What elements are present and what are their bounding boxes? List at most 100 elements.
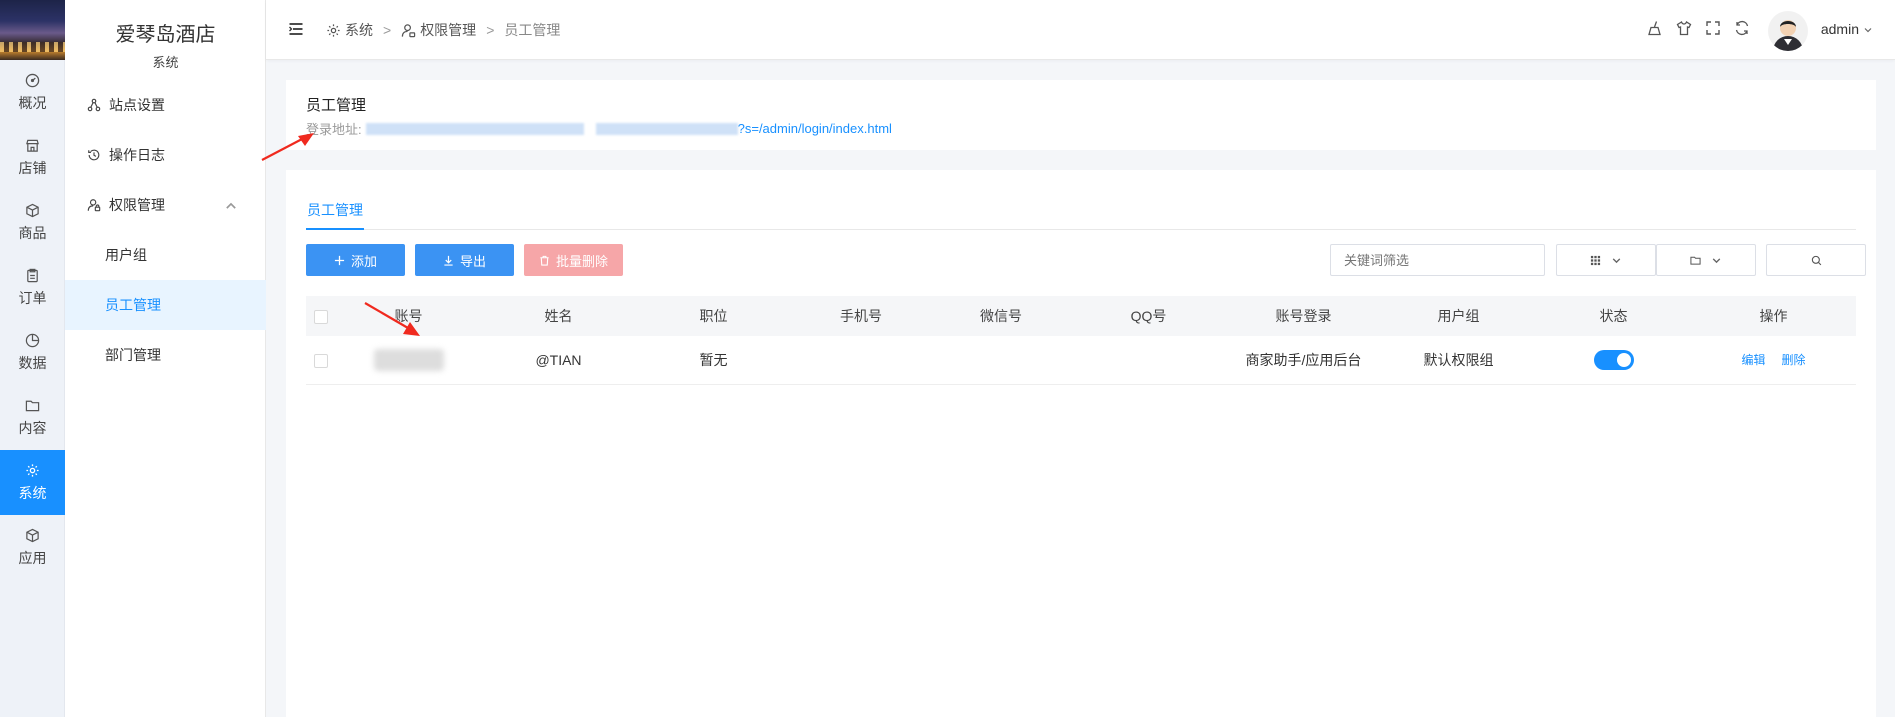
menu-item-department[interactable]: 部门管理 — [65, 330, 266, 380]
login-info-card: 员工管理 登录地址: ?s=/admin/login/index.html — [286, 80, 1876, 150]
rail-item-apps[interactable]: 应用 — [0, 515, 65, 580]
menu-item-label: 操作日志 — [109, 147, 165, 163]
rail-item-label: 店铺 — [18, 159, 47, 176]
user-lock-icon — [87, 199, 101, 212]
menu-item-site-settings[interactable]: 站点设置 — [65, 80, 266, 130]
toolbar-icons — [1647, 20, 1750, 36]
menu-item-label: 用户组 — [105, 247, 147, 263]
cell-wechat — [931, 336, 1071, 384]
search-button[interactable] — [1766, 244, 1866, 276]
rail-item-label: 商品 — [18, 224, 47, 241]
rail-item-shop[interactable]: 店铺 — [0, 125, 65, 190]
breadcrumb-item[interactable]: 权限管理 — [420, 20, 476, 40]
select-all-checkbox[interactable] — [314, 310, 328, 325]
username[interactable]: admin — [1821, 21, 1859, 37]
chevron-down-icon[interactable] — [1863, 25, 1873, 35]
clipboard-icon — [27, 268, 38, 282]
gear-icon — [327, 23, 340, 37]
folder-icon — [25, 400, 40, 411]
export-button[interactable]: 导出 — [415, 244, 514, 276]
rail-item-orders[interactable]: 订单 — [0, 255, 65, 320]
add-button[interactable]: 添加 — [306, 244, 405, 276]
redacted-url — [595, 122, 738, 135]
refresh-icon[interactable] — [1734, 20, 1750, 36]
export-button-label: 导出 — [459, 253, 486, 269]
keyword-filter-input[interactable] — [1330, 244, 1545, 276]
shop-icon — [26, 139, 39, 152]
breadcrumb-current: 员工管理 — [504, 22, 561, 38]
chevron-down-icon — [1712, 257, 1721, 263]
hotel-logo — [0, 0, 65, 60]
batch-delete-button[interactable]: 批量删除 — [524, 244, 623, 276]
column-toggle-dropdown[interactable] — [1556, 244, 1656, 276]
rail-item-label: 应用 — [18, 549, 47, 566]
broom-icon[interactable] — [1647, 20, 1663, 36]
gear-icon — [26, 463, 39, 477]
rail-item-system[interactable]: 系统 — [0, 450, 65, 515]
trash-icon — [540, 255, 549, 266]
cell-qq — [1071, 336, 1226, 384]
tab-bar: 员工管理 — [306, 200, 1856, 230]
delete-link[interactable]: 删除 — [1781, 353, 1805, 367]
cell-name: @TIAN — [535, 351, 582, 368]
edit-link[interactable]: 编辑 — [1742, 353, 1766, 367]
login-address: 登录地址: ?s=/admin/login/index.html — [306, 119, 892, 138]
tshirt-icon[interactable] — [1676, 20, 1692, 36]
menu-item-label: 员工管理 — [105, 297, 161, 313]
chevron-down-icon — [1612, 257, 1621, 263]
menu-item-label: 权限管理 — [109, 197, 165, 213]
rail-item-label: 数据 — [18, 354, 47, 371]
sitemap-icon — [87, 98, 101, 112]
rail-item-label: 内容 — [18, 419, 47, 436]
rail-item-content[interactable]: 内容 — [0, 385, 65, 450]
table-header-row: 账号 姓名 职位 手机号 微信号 QQ号 账号登录 用户组 状态 操作 — [306, 296, 1856, 336]
batch-delete-label: 批量删除 — [555, 253, 608, 269]
menu-fold-icon[interactable] — [288, 21, 304, 37]
icon-rail: 概况 店铺 商品 订单 数据 内容 系统 应用 — [0, 0, 65, 717]
menu-item-label: 部门管理 — [105, 347, 161, 363]
card-title: 员工管理 — [306, 97, 367, 114]
status-toggle[interactable] — [1593, 349, 1634, 370]
avatar[interactable] — [1768, 11, 1808, 51]
breadcrumb-item[interactable]: 系统 — [345, 20, 373, 40]
column-header: 姓名 — [544, 308, 573, 324]
section-name: 系统 — [152, 55, 179, 70]
user-lock-icon — [401, 23, 416, 37]
history-icon — [88, 149, 100, 161]
export-format-dropdown[interactable] — [1656, 244, 1756, 276]
column-header: 微信号 — [980, 308, 1022, 324]
row-checkbox[interactable] — [314, 353, 328, 368]
column-header: 用户组 — [1437, 308, 1480, 324]
fullscreen-icon[interactable] — [1705, 20, 1721, 36]
column-header: 操作 — [1759, 308, 1788, 324]
dashboard-icon — [25, 73, 40, 87]
cell-position: 暂无 — [699, 351, 728, 368]
breadcrumb-separator: > — [486, 22, 495, 38]
add-button-label: 添加 — [350, 253, 377, 269]
search-icon — [1811, 255, 1821, 265]
column-header: 职位 — [699, 308, 728, 324]
menu-item-staff[interactable]: 员工管理 — [65, 280, 266, 330]
tab-staff[interactable]: 员工管理 — [306, 200, 364, 230]
menu-item-operation-log[interactable]: 操作日志 — [65, 130, 266, 180]
rail-item-label: 概况 — [18, 94, 47, 111]
folder-icon — [1690, 256, 1701, 265]
cube-icon — [26, 528, 39, 542]
menu-item-permissions[interactable]: 权限管理 — [65, 180, 266, 230]
staff-table: 账号 姓名 职位 手机号 微信号 QQ号 账号登录 用户组 状态 操作 @TIA… — [306, 296, 1856, 385]
menu-item-label: 站点设置 — [109, 97, 165, 113]
chevron-up-icon — [226, 202, 236, 209]
rail-item-goods[interactable]: 商品 — [0, 190, 65, 255]
rail-item-data[interactable]: 数据 — [0, 320, 65, 385]
column-header: 账号登录 — [1275, 308, 1332, 324]
cell-phone — [791, 336, 931, 384]
column-header: 状态 — [1599, 308, 1628, 324]
staff-table-card: 员工管理 添加 导出 批量删除 账号 姓名 职位 — [286, 170, 1876, 717]
brand-name: 爱琴岛酒店 — [115, 24, 216, 46]
menu-item-user-group[interactable]: 用户组 — [65, 230, 266, 280]
download-icon — [444, 255, 453, 266]
login-label: 登录地址: — [306, 122, 362, 137]
column-header: QQ号 — [1130, 308, 1167, 324]
rail-item-overview[interactable]: 概况 — [0, 60, 65, 125]
login-url[interactable]: ?s=/admin/login/index.html — [738, 121, 892, 136]
